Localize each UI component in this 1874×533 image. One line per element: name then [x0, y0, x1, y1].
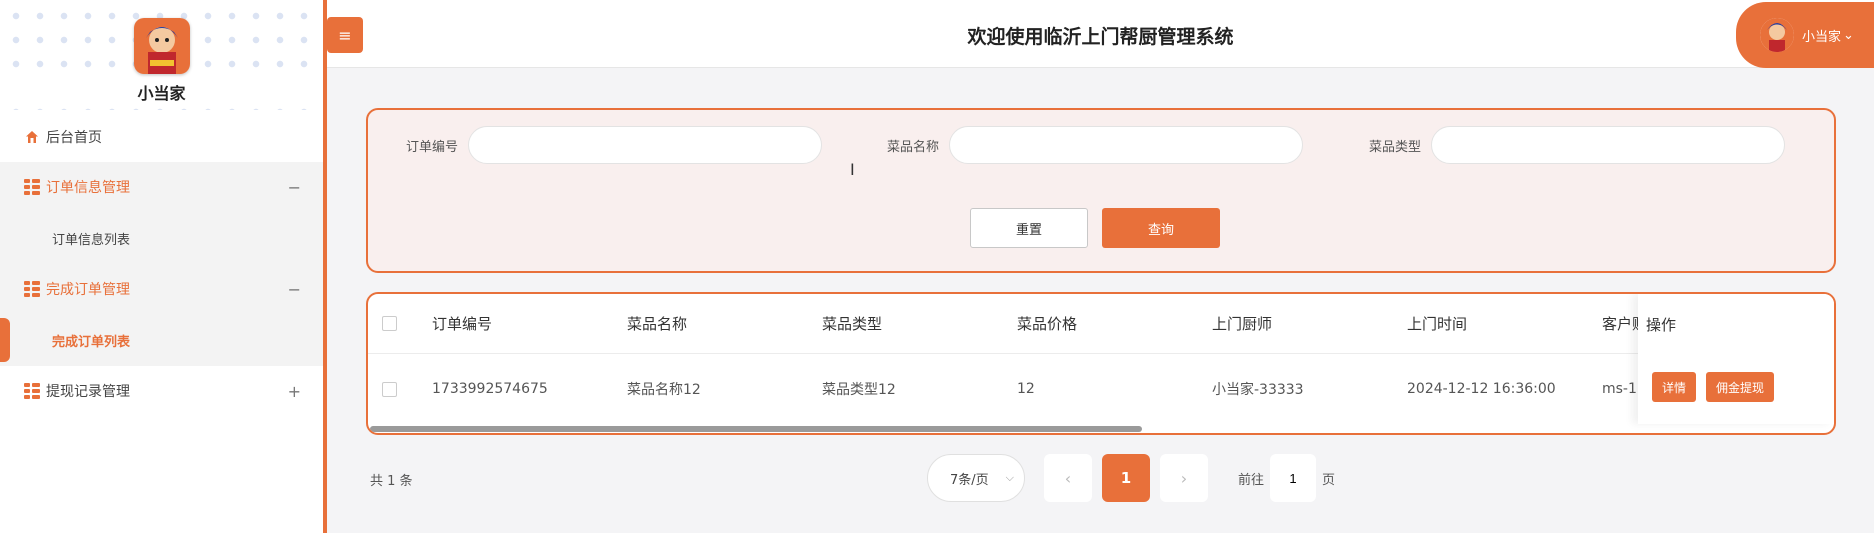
- prev-page-button[interactable]: ‹: [1044, 454, 1092, 502]
- query-button[interactable]: 查询: [1102, 208, 1220, 248]
- brand-name: 小当家: [0, 80, 323, 104]
- field-label: 菜品类型: [1369, 139, 1422, 155]
- column-header: 操作: [1646, 316, 1677, 334]
- dish-name-filter: 菜品名称: [887, 126, 1304, 164]
- collapse-icon[interactable]: −: [288, 280, 301, 299]
- order-no-filter: 订单编号: [406, 126, 823, 164]
- sidebar-group-completed-orders[interactable]: 完成订单管理 −: [0, 264, 323, 314]
- sidebar-group-withdrawals[interactable]: 提现记录管理 +: [0, 366, 323, 416]
- sidebar-item-completed-list[interactable]: 完成订单列表: [0, 314, 323, 366]
- text-cursor-icon: I: [850, 160, 855, 179]
- total-count: 共 1 条: [370, 474, 413, 489]
- dish-type-input[interactable]: [1431, 126, 1786, 164]
- grid-icon: [24, 281, 40, 297]
- sidebar-item-home[interactable]: 后台首页: [0, 112, 323, 162]
- page-number-button[interactable]: 1: [1102, 454, 1150, 502]
- cell-chef: 小当家-33333: [1212, 382, 1304, 398]
- cell-dish-name: 菜品名称12: [627, 382, 701, 398]
- column-header[interactable]: 菜品类型: [822, 313, 882, 334]
- user-menu[interactable]: 小当家 ⌄: [1736, 2, 1874, 68]
- top-header: ≡ 欢迎使用临沂上门帮厨管理系统 小当家 ⌄: [327, 0, 1874, 68]
- page-size-select[interactable]: 7条/页 ⌵: [927, 454, 1025, 502]
- column-header[interactable]: 上门时间: [1407, 313, 1467, 334]
- cell-time: 2024-12-12 16:36:00: [1407, 381, 1556, 397]
- dish-name-input[interactable]: [949, 126, 1304, 164]
- logo-avatar: [134, 18, 190, 74]
- sidebar-group-label: 完成订单管理: [46, 282, 130, 298]
- next-page-button[interactable]: ›: [1160, 454, 1208, 502]
- page-title: 欢迎使用临沂上门帮厨管理系统: [967, 26, 1234, 48]
- grid-icon: [24, 179, 40, 195]
- table-header: 订单编号 菜品名称 菜品类型 菜品价格 上门厨师 上门时间 客户账号: [368, 294, 1834, 354]
- home-icon: [24, 129, 40, 145]
- user-avatar: [1760, 18, 1794, 52]
- orders-table: 订单编号 菜品名称 菜品类型 菜品价格 上门厨师 上门时间 客户账号 17339…: [366, 292, 1836, 435]
- sidebar: 小当家 后台首页 订单信息管理 − 订单信息列表 完成订单管理 − 完成订单列表: [0, 0, 327, 533]
- sidebar-item-order-list[interactable]: 订单信息列表: [0, 212, 323, 264]
- chevron-down-icon: ⌄: [1843, 27, 1854, 43]
- sidebar-menu: 后台首页 订单信息管理 − 订单信息列表 完成订单管理 − 完成订单列表 提现记…: [0, 112, 323, 416]
- chevron-left-icon: ‹: [1064, 468, 1072, 488]
- sidebar-group-label: 提现记录管理: [46, 384, 130, 400]
- chevron-right-icon: ›: [1180, 468, 1188, 488]
- column-header[interactable]: 菜品名称: [627, 313, 687, 334]
- sidebar-group-order-info[interactable]: 订单信息管理 −: [0, 162, 323, 212]
- collapse-icon[interactable]: −: [288, 178, 301, 197]
- column-header[interactable]: 上门厨师: [1212, 313, 1272, 334]
- dish-type-filter: 菜品类型: [1369, 126, 1786, 164]
- sidebar-group-label: 订单信息管理: [46, 180, 130, 196]
- field-label: 订单编号: [406, 139, 459, 155]
- group-order-info: 订单信息管理 − 订单信息列表: [0, 162, 323, 264]
- chevron-down-icon: ⌵: [1005, 471, 1014, 484]
- group-completed-orders: 完成订单管理 − 完成订单列表: [0, 264, 323, 366]
- commission-withdraw-button[interactable]: 佣金提现: [1706, 372, 1774, 402]
- column-header[interactable]: 菜品价格: [1017, 313, 1077, 334]
- goto-page: 前往 页: [1238, 454, 1335, 502]
- user-name: 小当家: [1802, 29, 1842, 45]
- reset-button[interactable]: 重置: [970, 208, 1088, 248]
- fixed-actions-column: 操作 详情 佣金提现: [1638, 294, 1834, 424]
- cell-order-no: 1733992574675: [432, 381, 548, 397]
- goto-prefix: 前往: [1238, 472, 1265, 488]
- search-panel: 订单编号 菜品名称 菜品类型 重置 查询: [366, 108, 1836, 273]
- horizontal-scrollbar[interactable]: [370, 426, 1142, 432]
- goto-suffix: 页: [1322, 472, 1336, 488]
- order-no-input[interactable]: [468, 126, 823, 164]
- table-row: 1733992574675 菜品名称12 菜品类型12 12 小当家-33333…: [368, 354, 1834, 424]
- row-checkbox[interactable]: [382, 381, 397, 397]
- expand-icon[interactable]: +: [288, 382, 301, 401]
- select-all-checkbox[interactable]: [382, 316, 397, 331]
- cell-dish-type: 菜品类型12: [822, 382, 896, 398]
- sidebar-item-label: 后台首页: [46, 130, 102, 146]
- cell-price: 12: [1017, 381, 1035, 397]
- goto-page-input[interactable]: [1270, 454, 1317, 502]
- grid-icon: [24, 383, 40, 399]
- field-label: 菜品名称: [887, 139, 940, 155]
- column-header[interactable]: 订单编号: [432, 313, 492, 334]
- detail-button[interactable]: 详情: [1652, 372, 1696, 402]
